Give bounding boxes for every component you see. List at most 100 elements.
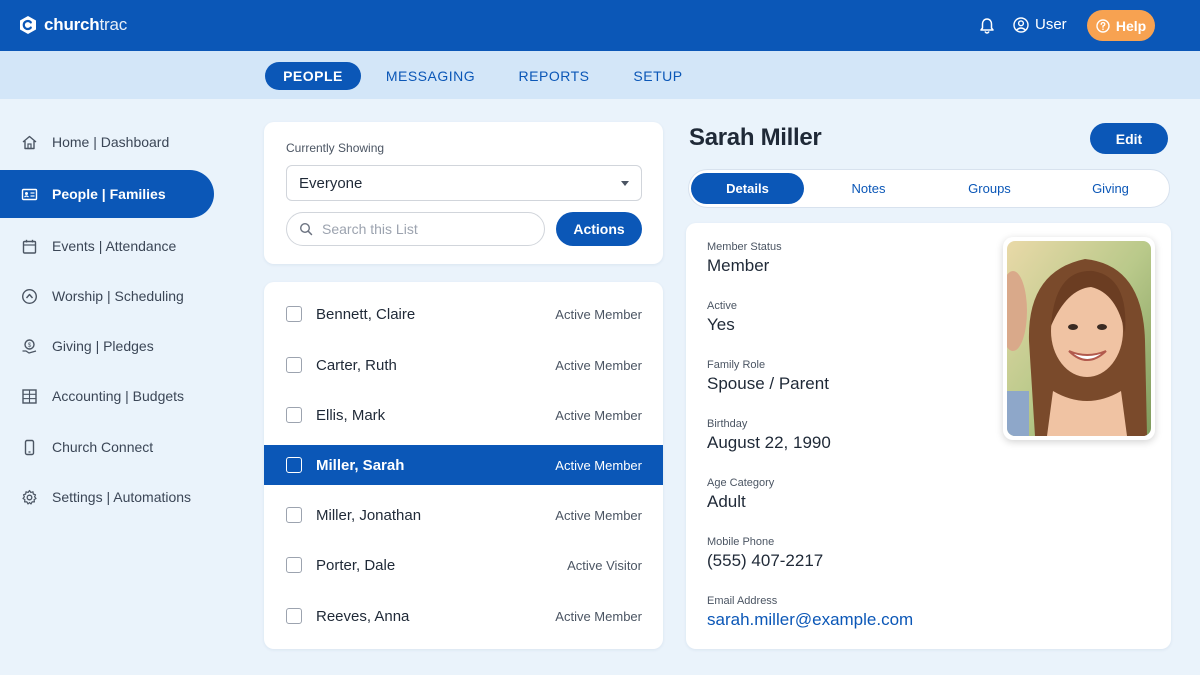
sidebar-item-events[interactable]: Events | Attendance: [0, 222, 214, 270]
search-icon: [299, 222, 313, 236]
list-select[interactable]: Everyone: [286, 165, 642, 201]
field-active: Active Yes: [707, 300, 737, 335]
tab-groups[interactable]: Groups: [933, 173, 1046, 204]
page-title: Sarah Miller: [689, 124, 822, 151]
field-label: Age Category: [707, 477, 775, 489]
search-field[interactable]: [286, 212, 545, 246]
question-circle-icon: [1096, 18, 1110, 33]
list-item[interactable]: Bennett, Claire Active Member: [264, 294, 663, 334]
sidebar-item-label: Worship | Scheduling: [52, 288, 184, 304]
logo-text-bold: church: [44, 15, 100, 34]
row-checkbox[interactable]: [286, 407, 302, 423]
sidebar-item-church-connect[interactable]: Church Connect: [0, 423, 214, 471]
profile-photo-image: [999, 241, 1151, 436]
field-label: Mobile Phone: [707, 536, 775, 548]
field-label: Active: [707, 300, 737, 312]
churchtrac-logo[interactable]: churchtrac: [18, 15, 127, 35]
list-select-value: Everyone: [299, 174, 363, 192]
tab-messaging[interactable]: MESSAGING: [381, 62, 480, 90]
person-status: Active Member: [555, 507, 642, 523]
person-name: Porter, Dale: [316, 556, 396, 574]
list-filter-card: Currently Showing Everyone Actions: [264, 122, 663, 264]
person-status: Active Member: [555, 608, 642, 624]
tab-details[interactable]: Details: [691, 173, 804, 204]
person-status: Active Member: [555, 306, 642, 322]
search-input[interactable]: [322, 221, 522, 237]
sidebar-item-home[interactable]: Home | Dashboard: [0, 118, 214, 166]
field-age-category: Age Category Adult: [707, 477, 774, 512]
field-label: Email Address: [707, 595, 778, 607]
row-checkbox[interactable]: [286, 306, 302, 322]
sidebar-item-label: Home | Dashboard: [52, 134, 170, 150]
row-checkbox[interactable]: [286, 507, 302, 523]
field-mobile-phone: Mobile Phone (555) 407-2217: [707, 536, 823, 571]
gear-icon: [22, 489, 37, 505]
person-name: Reeves, Anna: [316, 607, 410, 625]
person-status: Active Visitor: [567, 557, 642, 573]
user-label: User: [1035, 16, 1067, 33]
list-item[interactable]: Reeves, Anna Active Member: [264, 596, 663, 636]
field-member-status: Member Status Member: [707, 241, 782, 276]
list-item-selected[interactable]: Miller, Sarah Active Member: [264, 445, 663, 485]
field-value: Adult: [707, 492, 746, 511]
person-status: Active Member: [555, 357, 642, 373]
field-value: (555) 407-2217: [707, 551, 824, 570]
id-card-icon: [21, 188, 38, 200]
field-value: Spouse / Parent: [707, 374, 829, 393]
person-name: Miller, Sarah: [316, 456, 405, 474]
email-link[interactable]: sarah.miller@example.com: [707, 610, 913, 630]
bell-icon[interactable]: [979, 17, 995, 35]
giving-icon: $: [22, 338, 37, 354]
tab-giving[interactable]: Giving: [1054, 173, 1167, 204]
field-value: August 22, 1990: [707, 433, 831, 452]
list-item[interactable]: Carter, Ruth Active Member: [264, 345, 663, 385]
list-item[interactable]: Ellis, Mark Active Member: [264, 395, 663, 435]
field-label: Family Role: [707, 359, 766, 371]
field-email: Email Address sarah.miller@example.com: [707, 595, 913, 630]
person-name: Miller, Jonathan: [316, 506, 422, 524]
tab-reports[interactable]: REPORTS: [514, 62, 594, 90]
churchtrac-logo-icon: [20, 16, 36, 34]
user-menu[interactable]: User: [1013, 16, 1067, 33]
person-name: Carter, Ruth: [316, 356, 397, 374]
currently-showing-label: Currently Showing: [286, 141, 385, 155]
sidebar-item-label: Giving | Pledges: [52, 338, 154, 354]
field-label: Birthday: [707, 418, 748, 430]
grid-icon: [22, 388, 37, 404]
edit-button[interactable]: Edit: [1090, 123, 1168, 154]
field-birthday: Birthday August 22, 1990: [707, 418, 831, 453]
sidebar-item-label: Accounting | Budgets: [52, 388, 185, 404]
user-icon: [1013, 16, 1029, 33]
tab-setup[interactable]: SETUP: [628, 62, 688, 90]
sidebar-item-giving[interactable]: $ Giving | Pledges: [0, 322, 214, 370]
row-checkbox[interactable]: [286, 357, 302, 373]
profile-photo: [999, 237, 1155, 440]
sidebar-item-label: People | Families: [52, 186, 166, 202]
tab-people[interactable]: PEOPLE: [265, 62, 361, 90]
sidebar-item-settings[interactable]: Settings | Automations: [0, 473, 214, 521]
list-item[interactable]: Porter, Dale Active Visitor: [264, 545, 663, 585]
worship-icon: [21, 288, 38, 304]
row-checkbox[interactable]: [286, 608, 302, 624]
sidebar-item-people[interactable]: People | Families: [0, 170, 214, 218]
person-name: Bennett, Claire: [316, 305, 416, 323]
help-button[interactable]: Help: [1087, 10, 1155, 41]
row-checkbox[interactable]: [286, 457, 302, 473]
sidebar-item-label: Events | Attendance: [52, 238, 177, 254]
person-details-card: Member Status Member Active Yes Family R…: [686, 223, 1171, 649]
field-label: Member Status: [707, 241, 782, 253]
calendar-icon: [22, 239, 37, 254]
home-icon: [22, 135, 37, 149]
sidebar-item-accounting[interactable]: Accounting | Budgets: [0, 372, 214, 420]
field-family-role: Family Role Spouse / Parent: [707, 359, 829, 394]
top-bar: churchtrac User Help: [0, 0, 1200, 51]
caret-down-icon: [621, 181, 629, 186]
phone-icon: [24, 439, 35, 455]
tab-notes[interactable]: Notes: [812, 173, 925, 204]
actions-button[interactable]: Actions: [556, 212, 642, 246]
sidebar-item-worship[interactable]: Worship | Scheduling: [0, 272, 214, 320]
field-value: Yes: [707, 315, 735, 334]
row-checkbox[interactable]: [286, 557, 302, 573]
logo-text-light: trac: [99, 15, 128, 34]
list-item[interactable]: Miller, Jonathan Active Member: [264, 495, 663, 535]
